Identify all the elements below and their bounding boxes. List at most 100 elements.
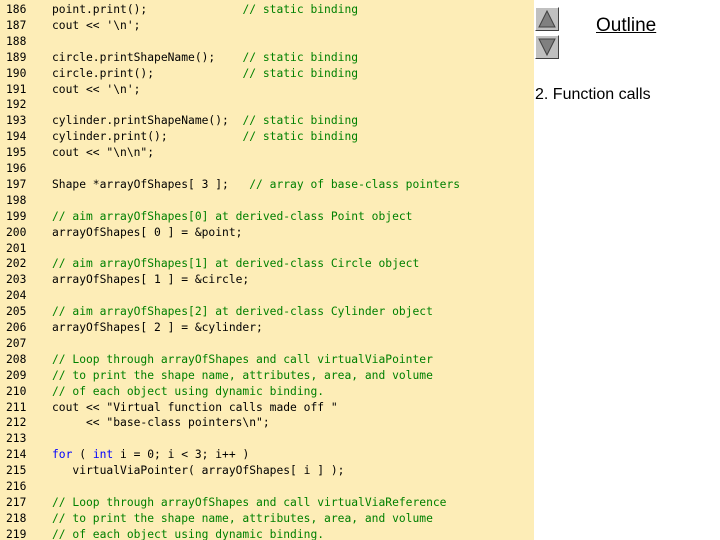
code-segment: point.print(); <box>52 3 243 16</box>
line-number: 204 <box>6 289 27 303</box>
code-text: arrayOfShapes[ 0 ] = &point; <box>52 225 242 241</box>
line-number: 210 <box>6 384 27 398</box>
code-comment: // aim arrayOfShapes[0] at derived-class… <box>52 209 413 223</box>
line-number: 205 <box>6 305 27 319</box>
code-comment: // to print the shape name, attributes, … <box>52 368 433 382</box>
line-number: 208 <box>6 352 27 366</box>
code-comment: // static binding <box>242 114 359 128</box>
code-segment: i = 0; i < 3; i++ ) <box>113 448 250 462</box>
code-text: // Loop through arrayOfShapes and call v… <box>52 495 446 511</box>
line-number: 209 <box>6 368 27 382</box>
code-comment: // Loop through arrayOfShapes and call v… <box>52 352 433 366</box>
code-comment: // of each object using dynamic binding. <box>52 527 325 540</box>
code-comment: // static binding <box>242 130 359 144</box>
code-comment: // aim arrayOfShapes[2] at derived-class… <box>52 305 433 319</box>
line-number: 218 <box>6 511 27 525</box>
code-keyword: for <box>52 448 73 462</box>
line-number: 186 <box>6 3 27 16</box>
code-text: << "base-class pointers\n"; <box>52 415 270 431</box>
line-number: 187 <box>6 18 27 32</box>
line-number: 213 <box>6 432 27 446</box>
code-comment: // static binding <box>242 50 359 64</box>
code-listing: 186 point.print(); // static binding 187 co… <box>0 0 534 540</box>
line-number: 197 <box>6 177 27 191</box>
code-segment: Shape *arrayOfShapes[ 3 ]; <box>52 177 250 191</box>
line-number: 219 <box>6 527 27 540</box>
code-text: // aim arrayOfShapes[0] at derived-class… <box>52 209 412 225</box>
line-number: 190 <box>6 66 27 80</box>
line-number: 191 <box>6 82 27 96</box>
code-segment: cout << "\n\n"; <box>52 146 155 160</box>
previous-slide-button[interactable] <box>535 7 559 31</box>
code-text: // of each object using dynamic binding. <box>52 527 324 540</box>
code-text: cout << '\n'; <box>52 82 140 98</box>
line-number: 192 <box>6 98 27 112</box>
code-segment: cout << "Virtual function calls made off… <box>52 400 338 414</box>
line-number: 211 <box>6 400 27 414</box>
line-number: 196 <box>6 162 27 175</box>
code-comment: // static binding <box>242 3 359 16</box>
code-text: cout << '\n'; <box>52 18 140 34</box>
line-number: 207 <box>6 336 27 350</box>
code-text: cout << "\n\n"; <box>52 145 154 161</box>
line-number: 206 <box>6 321 27 334</box>
outline-item-function-calls: 2. Function calls <box>535 86 651 103</box>
outline-title[interactable]: Outline <box>596 15 656 37</box>
code-segment: cylinder.print(); <box>52 130 243 144</box>
line-number: 212 <box>6 416 27 430</box>
code-comment: // of each object using dynamic binding. <box>52 384 325 398</box>
code-keyword: int <box>92 448 114 462</box>
code-text: cylinder.printShapeName(); // static bin… <box>52 113 358 129</box>
code-text: Shape *arrayOfShapes[ 3 ]; // array of b… <box>52 177 460 193</box>
code-text: circle.printShapeName(); // static bindi… <box>52 50 358 66</box>
line-number: 200 <box>6 225 27 239</box>
code-text: cout << "Virtual function calls made off… <box>52 400 338 416</box>
code-comment: // aim arrayOfShapes[1] at derived-class… <box>52 257 420 271</box>
next-slide-button[interactable] <box>535 35 559 59</box>
code-text: // aim arrayOfShapes[2] at derived-class… <box>52 304 433 320</box>
code-text: // aim arrayOfShapes[1] at derived-class… <box>52 256 419 272</box>
code-segment: arrayOfShapes[ 0 ] = &point; <box>52 225 243 239</box>
triangle-up-icon <box>538 9 556 28</box>
code-text: cylinder.print(); // static binding <box>52 129 358 145</box>
triangle-down-icon <box>538 38 556 57</box>
line-number: 216 <box>6 480 27 493</box>
line-number: 217 <box>6 495 27 509</box>
code-text: // to print the shape name, attributes, … <box>52 368 433 384</box>
code-text: // to print the shape name, attributes, … <box>52 511 433 527</box>
code-comment: // Loop through arrayOfShapes and call v… <box>52 495 447 509</box>
line-number: 201 <box>6 241 27 255</box>
code-segment: cout << '\n'; <box>52 82 141 96</box>
code-segment: << "base-class pointers\n"; <box>52 416 270 430</box>
code-segment: arrayOfShapes[ 2 ] = &cylinder; <box>52 321 263 334</box>
line-number: 214 <box>6 448 27 462</box>
code-segment: cylinder.printShapeName(); <box>52 114 243 128</box>
line-number: 188 <box>6 34 27 48</box>
code-comment: // to print the shape name, attributes, … <box>52 511 433 525</box>
code-text: // Loop through arrayOfShapes and call v… <box>52 352 433 368</box>
line-number: 199 <box>6 209 27 223</box>
line-number: 198 <box>6 193 27 207</box>
code-text: // of each object using dynamic binding. <box>52 384 324 400</box>
code-segment: ( <box>72 448 93 462</box>
code-text: virtualViaPointer( arrayOfShapes[ i ] ); <box>52 463 344 479</box>
code-text: for ( int i = 0; i < 3; i++ ) <box>52 447 249 463</box>
line-number: 189 <box>6 50 27 64</box>
code-text: arrayOfShapes[ 2 ] = &cylinder; <box>52 320 263 336</box>
code-text: point.print(); // static binding <box>52 2 358 18</box>
line-number: 194 <box>6 130 27 144</box>
code-comment: // array of base-class pointers <box>249 177 461 191</box>
line-number: 215 <box>6 464 27 478</box>
code-segment: circle.print(); <box>52 66 243 80</box>
code-comment: // static binding <box>242 66 359 80</box>
code-segment: cout << '\n'; <box>52 18 141 32</box>
line-number: 195 <box>6 146 27 160</box>
code-segment: circle.printShapeName(); <box>52 50 243 64</box>
code-text: arrayOfShapes[ 1 ] = &circle; <box>52 272 249 288</box>
code-segment: virtualViaPointer( arrayOfShapes[ i ] ); <box>52 464 345 478</box>
code-text: circle.print(); // static binding <box>52 66 358 82</box>
line-number: 193 <box>6 114 27 128</box>
line-number: 203 <box>6 273 27 287</box>
line-number: 202 <box>6 257 27 271</box>
code-segment: arrayOfShapes[ 1 ] = &circle; <box>52 273 250 287</box>
